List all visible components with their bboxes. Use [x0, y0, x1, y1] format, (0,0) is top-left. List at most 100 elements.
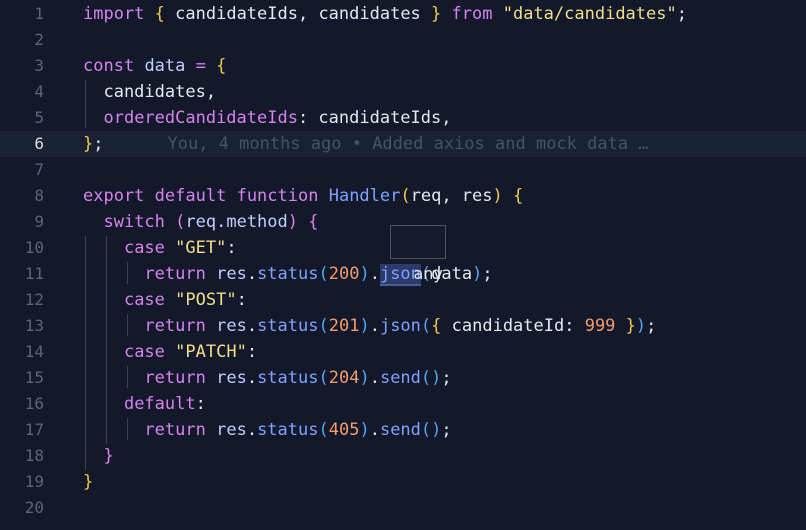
code-line[interactable]: 5 orderedCandidateIds: candidateIds, [0, 105, 806, 131]
code-token: default [154, 186, 227, 206]
code-token: case [123, 342, 165, 362]
code-token: : [226, 238, 237, 258]
code-line[interactable]: 6 }; You, 4 months ago • Added axios and m… [0, 131, 806, 157]
code-token: ) [287, 212, 299, 232]
code-token: ( [175, 212, 186, 232]
indent-guide [127, 366, 128, 388]
code-token: candidateId: [441, 316, 585, 336]
code-token: from [451, 4, 493, 24]
code-token: ; [646, 316, 657, 336]
code-token: import [83, 4, 145, 24]
code-token: res [216, 420, 247, 440]
code-token: } [431, 4, 442, 24]
code-token: { [513, 186, 524, 206]
code-token: req.method [185, 212, 288, 232]
code-token: res [216, 368, 247, 388]
code-token: req, res [410, 186, 493, 206]
code-line[interactable]: 18 } [0, 443, 806, 469]
code-line[interactable]: 19} [0, 469, 806, 495]
code-token: ) [635, 316, 647, 336]
code-token: : [236, 290, 247, 310]
code-token: } [625, 316, 636, 336]
git-blame-annotation: You, 4 months ago • Added axios and mock… [167, 134, 649, 154]
code-token: : [195, 394, 206, 414]
code-line[interactable]: 17 return res.status(405).send(); [0, 417, 806, 443]
line-number: 10 [24, 238, 44, 257]
code-line[interactable]: 14 case "PATCH": [0, 339, 806, 365]
code-token: ( [318, 420, 329, 440]
code-line[interactable]: 16 default: [0, 391, 806, 417]
code-editor[interactable]: 1 import { candidateIds, candidates } fro… [0, 0, 806, 530]
code-token: send [379, 368, 421, 388]
code-token: ; [441, 420, 452, 440]
code-token: 200 [328, 264, 360, 284]
code-text: orderedCandidateIds: candidateIds, [83, 105, 451, 131]
code-token: const [83, 56, 135, 76]
code-line[interactable]: 12 case "POST": [0, 287, 806, 313]
code-token: status [257, 316, 319, 336]
code-line[interactable]: 8 export default function Handler(req, re… [0, 183, 806, 209]
code-line[interactable]: 7 [0, 157, 806, 183]
indent-guide [127, 262, 128, 284]
code-text: candidates, [83, 79, 216, 105]
code-token: case [123, 290, 165, 310]
code-line[interactable]: 13 return res.status(201).json({ candida… [0, 313, 806, 339]
line-number: 6 [34, 134, 44, 153]
code-token: ( [318, 264, 329, 284]
line-number: 17 [24, 420, 44, 439]
code-token: ) [359, 264, 370, 284]
code-token: ) [472, 264, 483, 284]
code-line[interactable]: 1 import { candidateIds, candidates } fro… [0, 1, 806, 27]
line-number: 3 [34, 56, 44, 75]
indent-guide [127, 314, 128, 336]
code-token: "GET" [175, 238, 227, 258]
line-number: 9 [34, 212, 44, 231]
code-line[interactable]: 20 [0, 495, 806, 521]
code-token: : [246, 342, 258, 362]
line-number: 15 [24, 368, 44, 387]
code-token: ( [400, 186, 411, 206]
code-token: "PATCH" [175, 342, 247, 362]
code-line[interactable]: 2 [0, 27, 806, 53]
code-text: } [83, 469, 93, 495]
indent-guide [85, 80, 86, 128]
code-token: { [154, 4, 165, 24]
code-token: . [246, 368, 258, 388]
code-token: default [123, 394, 196, 414]
line-number: 11 [24, 264, 44, 283]
code-token: orderedCandidateIds [103, 108, 298, 128]
code-text: }; You, 4 months ago • Added axios and mo… [83, 131, 649, 157]
code-line[interactable]: 15 return res.status(204).send(); [0, 365, 806, 391]
code-text: return res.status(405).send(); [83, 417, 452, 443]
code-token: status [257, 368, 319, 388]
code-token: case [123, 238, 165, 258]
code-line[interactable]: 4 candidates, [0, 79, 806, 105]
code-token: 204 [328, 368, 360, 388]
hover-tooltip: any [390, 225, 446, 283]
code-token: } [103, 446, 114, 466]
code-token: data [144, 56, 186, 76]
code-token: . [246, 264, 258, 284]
code-token: ) [359, 420, 370, 440]
code-token: ) [359, 368, 370, 388]
code-token: ) [492, 186, 503, 206]
code-token: candidates, [83, 82, 217, 102]
code-line[interactable]: 3 const data = { [0, 53, 806, 79]
code-token: () [420, 420, 442, 440]
code-token: . [369, 264, 380, 284]
